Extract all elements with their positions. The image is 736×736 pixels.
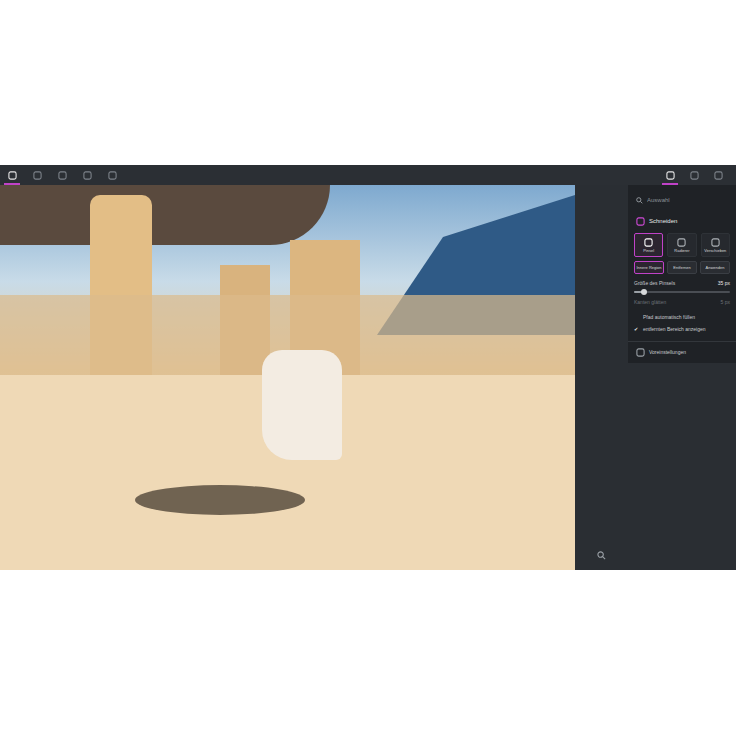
side-strip (575, 185, 628, 570)
zoom-icon[interactable] (597, 551, 606, 560)
toolbar-button[interactable] (710, 165, 726, 185)
action-label: Anwenden (706, 266, 725, 270)
action-label: Innere Region (636, 266, 661, 270)
action-button[interactable]: Innere Region (634, 261, 664, 274)
footer-label: Voreinstellungen (649, 349, 686, 357)
toolbar-button[interactable] (686, 165, 702, 185)
tool-icon (58, 171, 67, 180)
checkbox[interactable]: ✔ (634, 327, 640, 332)
checkbox-row[interactable]: Pfad automatisch füllen (634, 314, 730, 322)
tool-icon (677, 238, 686, 247)
toolbar-button[interactable] (54, 165, 70, 185)
tool-label: Verschieben (704, 249, 726, 253)
action-button[interactable]: Entfernen (667, 261, 697, 274)
tool-panel: Schneiden Pinsel Radierer Verschieben Innere… (628, 185, 736, 570)
tool-icon (714, 171, 723, 180)
tool-button[interactable]: Pinsel (634, 233, 663, 257)
tool-icon (711, 238, 720, 247)
presets-icon (636, 348, 645, 357)
search-field[interactable] (647, 196, 728, 205)
action-label: Entfernen (673, 266, 690, 270)
checkbox-label: entfernten Bereich anzeigen (643, 326, 706, 334)
toolbar-button[interactable] (29, 165, 45, 185)
smoothing-label: Kanten glätten (634, 299, 666, 307)
action-button[interactable]: Anwenden (700, 261, 730, 274)
options: Pfad automatisch füllen✔entfernten Berei… (628, 314, 736, 333)
tool-row: Pinsel Radierer Verschieben (628, 233, 736, 257)
tool-button[interactable]: Radierer (667, 233, 696, 257)
checkbox-label: Pfad automatisch füllen (643, 314, 695, 322)
tool-label: Pinsel (643, 249, 654, 253)
toolbar-button[interactable] (4, 165, 20, 185)
brush-size-reading: 35 px (718, 280, 730, 288)
app-window: Schneiden Pinsel Radierer Verschieben Innere… (0, 165, 736, 570)
tool-icon (108, 171, 117, 180)
cut-icon (636, 217, 645, 226)
tool-icon (666, 171, 675, 180)
tool-label: Radierer (674, 249, 689, 253)
separator (628, 341, 736, 342)
section-header[interactable]: Schneiden (628, 213, 736, 229)
brush-size-slider[interactable] (634, 291, 730, 293)
active-indicator (662, 183, 678, 185)
tool-icon (33, 171, 42, 180)
action-row: Innere Region Entfernen Anwenden (628, 261, 736, 274)
toolbar-button[interactable] (104, 165, 120, 185)
footer-item[interactable]: Voreinstellungen (628, 342, 736, 363)
smoothing-reading: 5 px (721, 299, 730, 307)
section-title: Schneiden (649, 217, 677, 226)
search-icon (636, 197, 643, 204)
checkbox-row[interactable]: ✔entfernten Bereich anzeigen (634, 326, 730, 334)
slider-thumb[interactable] (641, 289, 647, 295)
toolbar-button[interactable] (662, 165, 678, 185)
tool-icon (644, 238, 653, 247)
toolbar (0, 165, 736, 185)
brush-size-label: Größe des Pinsels (634, 280, 675, 288)
tool-icon (8, 171, 17, 180)
tool-button[interactable]: Verschieben (701, 233, 730, 257)
toolbar-button[interactable] (79, 165, 95, 185)
brush-size-row: Größe des Pinsels 35 px (628, 280, 736, 288)
search-row (628, 187, 736, 213)
tool-icon (690, 171, 699, 180)
smoothing-row: Kanten glätten 5 px (628, 299, 736, 307)
panel-empty (628, 363, 736, 570)
photo (0, 185, 575, 570)
tool-icon (83, 171, 92, 180)
scissors-icon (636, 217, 645, 226)
